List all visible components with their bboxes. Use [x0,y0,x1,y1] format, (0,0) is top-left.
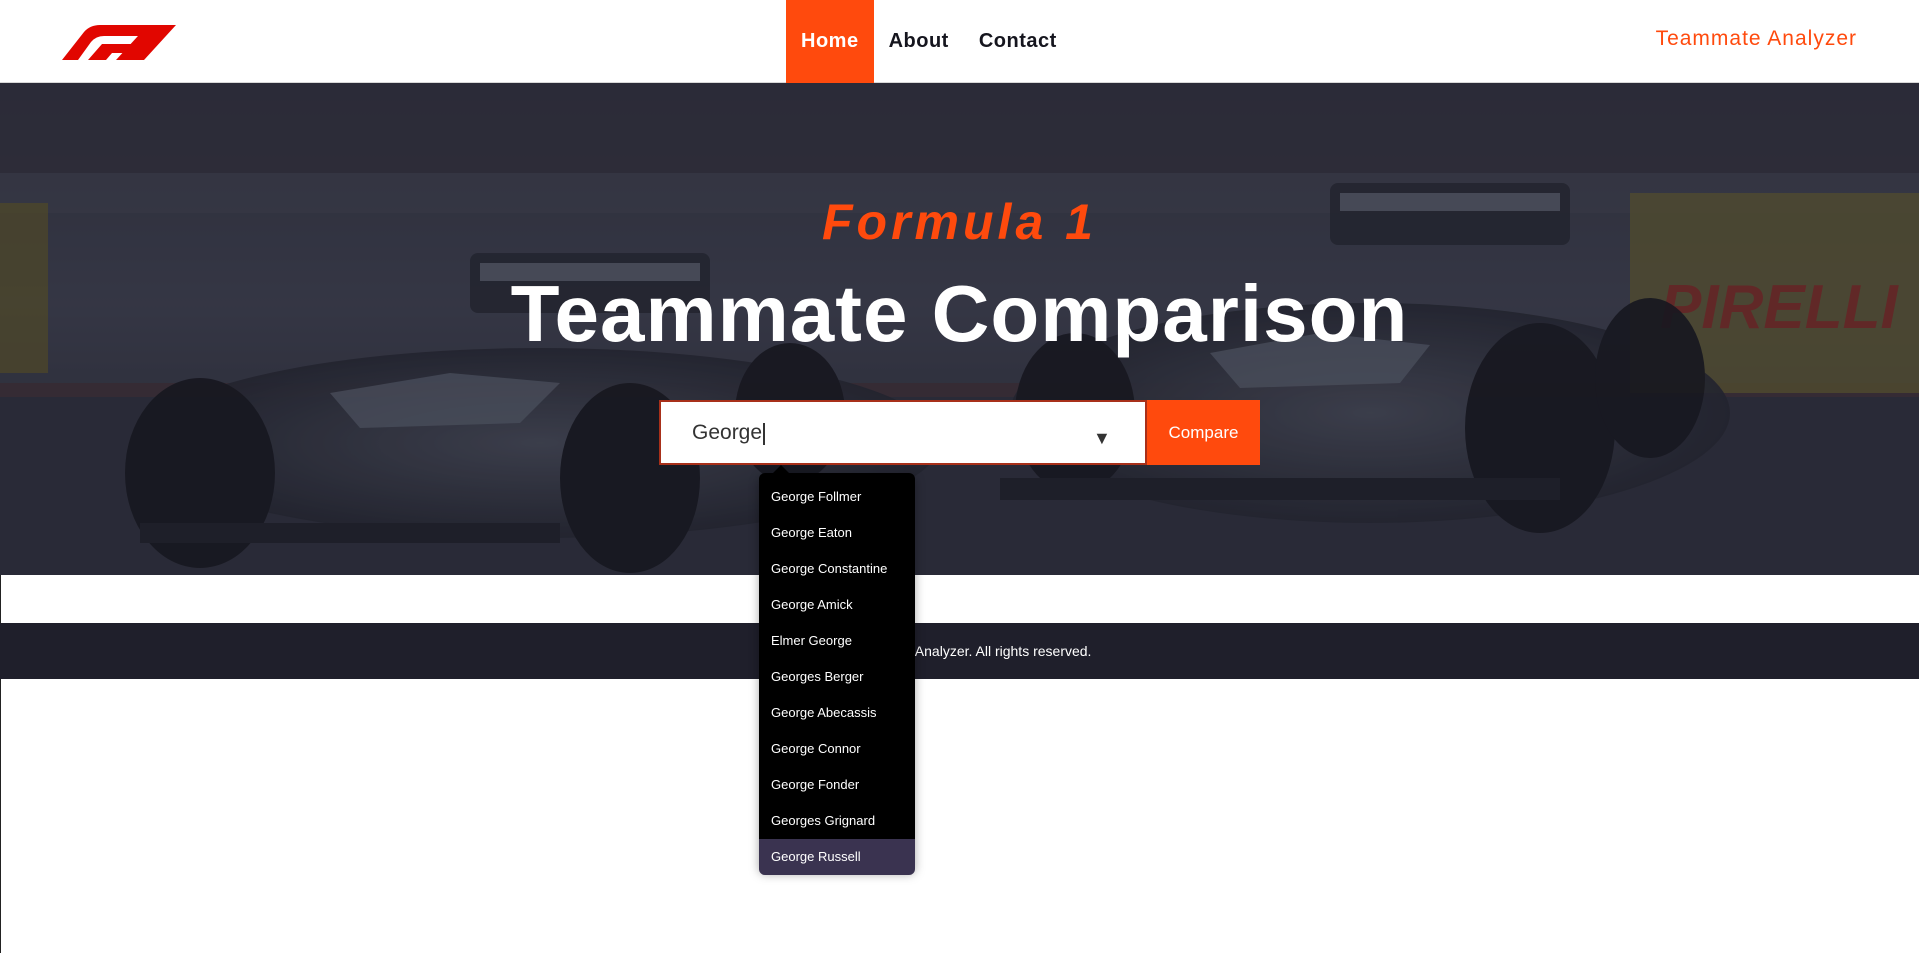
brand-title[interactable]: Teammate Analyzer [1656,27,1857,51]
f1-logo[interactable] [48,22,176,60]
text-caret [763,423,765,445]
driver-suggestions-dropdown: George Follmer George Eaton George Const… [759,465,915,875]
list-item[interactable]: George Follmer [759,479,915,515]
hero-banner: PIRELLI Formula 1 Teammate Comparison [0,83,1919,575]
driver-search-input[interactable] [661,402,1081,463]
driver-search-box[interactable] [659,400,1147,465]
list-item[interactable]: George Abecassis [759,695,915,731]
chevron-down-icon[interactable]: ▼ [1093,428,1111,449]
list-item[interactable]: Elmer George [759,623,915,659]
hero-title: Teammate Comparison [510,269,1409,358]
navbar: Home About Contact Teammate Analyzer [0,0,1919,83]
list-item-highlighted[interactable]: George Russell [759,839,915,875]
list-item[interactable]: Georges Berger [759,659,915,695]
nav-contact[interactable]: Contact [964,0,1072,83]
list-item[interactable]: George Eaton [759,515,915,551]
list-item[interactable]: Georges Grignard [759,803,915,839]
list-item[interactable]: George Fonder [759,767,915,803]
list-item[interactable]: George Constantine [759,551,915,587]
nav-links: Home About Contact [786,0,1072,83]
list-item[interactable]: George Connor [759,731,915,767]
nav-home[interactable]: Home [786,0,874,83]
list-item[interactable]: George Amick [759,587,915,623]
footer: mate Analyzer. All rights reserved. [0,623,1919,679]
hero-subtitle: Formula 1 [822,194,1097,250]
compare-button[interactable]: Compare [1147,400,1260,465]
nav-about[interactable]: About [874,0,964,83]
